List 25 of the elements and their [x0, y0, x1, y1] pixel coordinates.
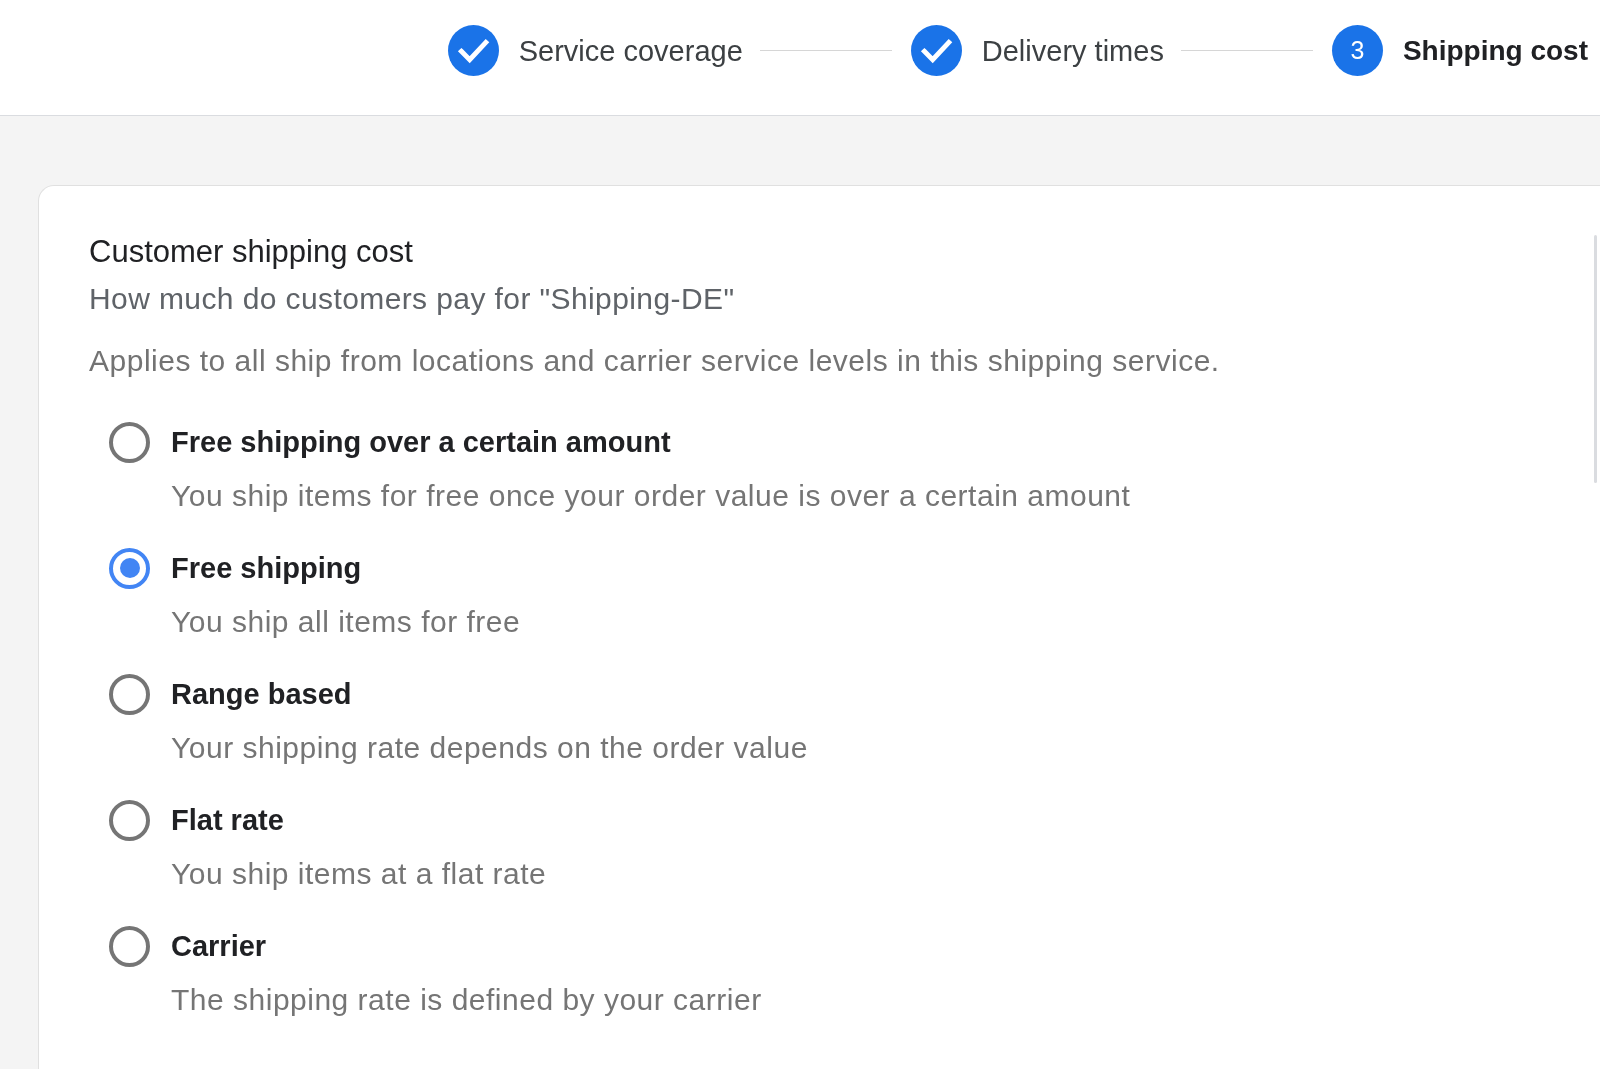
option-description: You ship items at a flat rate	[171, 856, 547, 892]
check-icon	[910, 25, 962, 76]
radio-button[interactable]	[109, 799, 150, 841]
step-label: Service coverage	[518, 33, 743, 69]
option-label: Free shipping over a certain amount	[171, 425, 671, 460]
option-label: Carrier	[171, 929, 267, 964]
radio-button[interactable]	[109, 925, 150, 967]
step-number: 3	[1331, 25, 1383, 76]
radio-button[interactable]	[109, 673, 150, 715]
option-label: Flat rate	[171, 803, 284, 838]
radio-button[interactable]	[109, 421, 150, 463]
card-title: Customer shipping cost	[89, 234, 413, 270]
card-note: Applies to all ship from locations and carrier service levels in this shipping service.	[89, 343, 1220, 379]
option-description: The shipping rate is defined by your carrier	[171, 982, 762, 1018]
step-label: Delivery times	[981, 33, 1164, 69]
card-subtitle: How much do customers pay for "Shipping-DE"	[89, 281, 735, 317]
option-label: Range based	[171, 677, 352, 712]
check-icon	[447, 25, 499, 76]
option-description: Your shipping rate depends on the order value	[171, 730, 808, 766]
option-description: You ship all items for free	[171, 604, 521, 640]
radio-button[interactable]	[109, 547, 150, 589]
scrollbar-thumb[interactable]	[1594, 235, 1597, 483]
step-label: Shipping cost	[1402, 33, 1588, 68]
option-description: You ship items for free once your order value is over a certain amount	[171, 478, 1131, 514]
option-label: Free shipping	[171, 551, 362, 586]
